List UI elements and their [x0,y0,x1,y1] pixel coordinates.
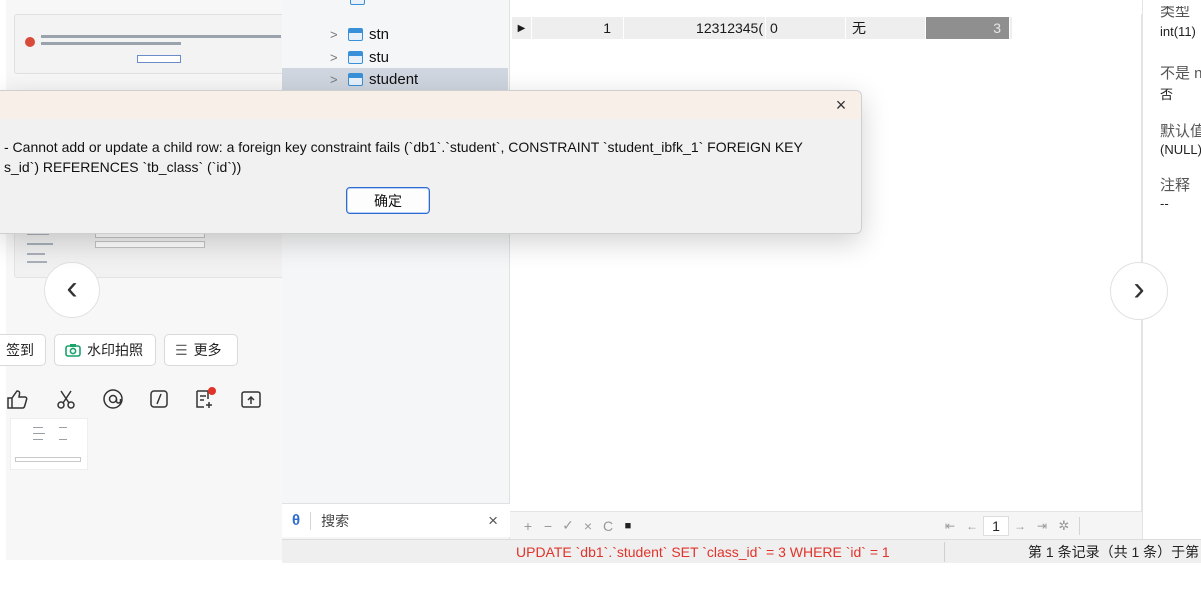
error-icon [25,37,35,47]
add-record-button[interactable]: + [518,518,538,534]
thumbnail-text [41,35,281,38]
prop-default-value: (NULL) [1160,142,1201,157]
error-message-line: s_id`) REFERENCES `tb_class` (`id`)) [4,159,242,175]
thumbnail-text [59,427,67,428]
tree-item-label: student [369,70,419,88]
last-sql-statement: UPDATE `db1`.`student` SET `class_id` = … [516,543,890,560]
chevron-right-icon: > [330,49,338,65]
divider [310,511,312,530]
cell-id[interactable]: 1 [532,17,624,39]
thumbnail-text [27,253,45,255]
thumbnail-text [59,439,67,440]
prop-notnull-value: 否 [1160,87,1174,102]
thumbnail-field [15,457,81,462]
scissors-icon[interactable] [53,386,79,412]
error-dialog: × - Cannot add or update a child row: a … [0,90,862,234]
document-thumbnail[interactable] [10,418,88,470]
stop-button[interactable]: ■ [618,520,638,532]
prop-type-value: int(11) [1160,24,1196,39]
thumbnail-ok-button [137,55,181,63]
thumbnail-text [33,433,45,434]
mention-icon[interactable] [100,386,126,412]
table-icon [348,72,363,86]
first-page-icon[interactable]: ⇤ [939,519,961,533]
menu-icon: ☰ [175,341,188,358]
next-page-icon[interactable]: → [1009,519,1031,533]
thumbnail-text [41,42,181,45]
refresh-button[interactable]: C [598,518,618,534]
sign-in-button[interactable]: 签到 [0,334,46,366]
thumbnail-text [33,427,43,428]
error-message-line: - Cannot add or update a child row: a fo… [4,139,803,155]
chevron-right-icon: › [1133,270,1145,308]
cell-class-id[interactable]: 3 [926,17,1010,39]
cell-value[interactable]: 0 [766,17,846,39]
record-count-info: 第 1 条记录（共 1 条）于第 [1028,543,1200,560]
delete-record-button[interactable]: − [538,518,558,534]
status-bar: UPDATE `db1`.`student` SET `class_id` = … [282,539,1201,563]
prop-comment-value: -- [1160,196,1169,211]
page-number-field[interactable]: 1 [983,515,1009,536]
sign-in-label: 签到 [6,342,34,358]
thumbs-up-icon[interactable] [4,386,30,412]
cell-value[interactable]: 无 [846,17,926,39]
slash-command-icon[interactable] [146,386,172,412]
chevron-right-icon: > [330,71,338,87]
discard-changes-button[interactable]: × [578,518,598,534]
apply-changes-button[interactable]: ✓ [558,517,578,534]
settings-icon[interactable]: ✲ [1053,518,1075,534]
camera-icon [65,343,81,357]
chat-app-panel [0,0,282,560]
tree-item-label: stn [369,25,390,43]
prop-type-label: 类型 [1160,6,1191,20]
tree-item-label: stu [369,48,390,66]
previous-page-icon[interactable]: ← [961,519,983,533]
tree-item-stn[interactable]: > stn [330,23,389,45]
watermark-photo-label: 水印拍照 [87,342,143,358]
divider [944,542,945,562]
more-button[interactable]: ☰ 更多 [164,334,238,366]
dialog-title-bar[interactable] [0,91,861,119]
prop-default-label: 默认值 [1160,123,1201,140]
error-screenshot-thumbnail[interactable] [14,14,282,74]
ok-button[interactable]: 确定 [346,187,430,214]
thumbnail-text [33,439,43,440]
previous-image-button[interactable]: ‹ [44,262,100,318]
cell-phone[interactable]: 12312345( [624,17,766,39]
tree-item-stu[interactable]: > stu [330,46,389,68]
last-page-icon[interactable]: ⇥ [1031,519,1053,533]
chevron-right-icon: > [330,26,338,42]
thumbnail-text [27,243,53,245]
thumbnail-text [27,261,47,263]
table-icon [350,0,365,5]
new-note-icon[interactable] [192,386,218,412]
watermark-photo-button[interactable]: 水印拍照 [54,334,156,366]
table-row[interactable]: ▶ 1 12312345( 0 无 3 [512,17,1012,39]
table-icon [348,50,363,64]
grid-toolbar: + − ✓ × C ■ ⇤ ← 1 → ⇥ ✲ [510,511,1142,539]
tree-item-clipped [346,0,396,12]
next-image-button[interactable]: › [1110,262,1168,320]
search-icon: θ [292,512,301,529]
thumbnail-field [95,241,205,248]
tree-item-student[interactable]: > student [330,68,418,90]
chevron-left-icon: ‹ [66,269,78,307]
divider [1079,516,1080,535]
close-icon[interactable]: × [830,95,852,115]
upload-folder-icon[interactable] [238,386,264,412]
error-message: - Cannot add or update a child row: a fo… [4,137,856,177]
more-label: 更多 [193,342,222,358]
object-search-bar[interactable]: θ 搜索 × [282,503,510,537]
prop-notnull-label: 不是 n [1160,65,1201,82]
prop-comment-label: 注释 [1160,177,1191,194]
table-icon [348,27,363,41]
search-input[interactable]: 搜索 [321,511,488,531]
row-marker: ▶ [512,17,532,39]
clear-search-icon[interactable]: × [488,511,498,531]
